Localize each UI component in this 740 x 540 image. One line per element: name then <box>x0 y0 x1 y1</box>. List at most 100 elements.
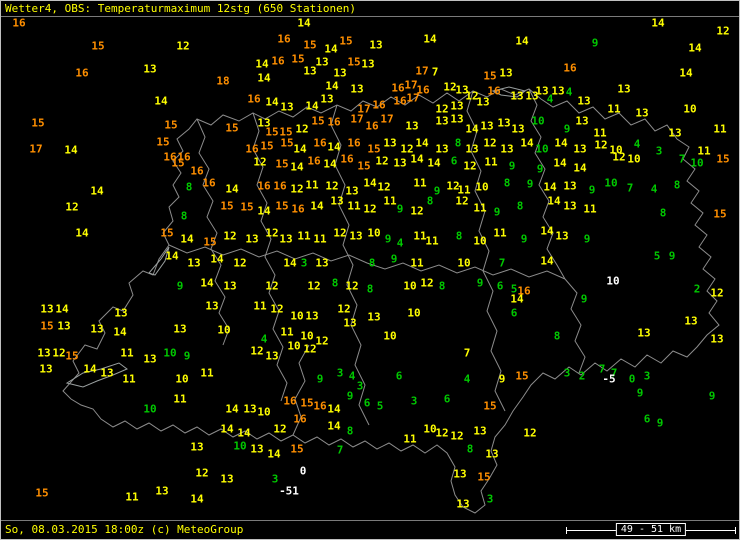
station-temp: 16 <box>75 67 88 80</box>
station-temp: 7 <box>432 66 439 79</box>
station-temp: 11 <box>280 326 293 339</box>
station-temp: 8 <box>439 280 446 293</box>
station-temp: 10 <box>367 227 380 240</box>
station-temp: 12 <box>253 156 266 169</box>
station-temp: 14 <box>55 303 68 316</box>
station-temp: 10 <box>217 324 230 337</box>
station-temp: 4 <box>566 86 573 99</box>
station-temp: 13 <box>635 107 648 120</box>
station-temp: 16 <box>340 153 353 166</box>
station-temp: 12 <box>450 430 463 443</box>
station-temp: 14 <box>267 448 280 461</box>
station-temp: 12 <box>523 427 536 440</box>
station-temp: 10 <box>627 153 640 166</box>
station-temp: 14 <box>225 403 238 416</box>
station-temp: 9 <box>564 123 571 136</box>
station-temp: 13 <box>57 320 70 333</box>
station-temp: 9 <box>499 373 506 386</box>
station-temp: 14 <box>165 250 178 263</box>
station-temp: 13 <box>315 56 328 69</box>
station-temp: 14 <box>265 96 278 109</box>
station-temp: 9 <box>669 250 676 263</box>
station-temp: 13 <box>563 200 576 213</box>
station-temp: 12 <box>290 183 303 196</box>
station-temp: 14 <box>83 363 96 376</box>
station-temp: 15 <box>716 153 729 166</box>
station-temp: 0 <box>300 465 307 478</box>
station-temp: 12 <box>250 345 263 358</box>
station-temp: 3 <box>357 380 364 393</box>
station-temp: 10 <box>403 280 416 293</box>
station-temp: 15 <box>160 227 173 240</box>
station-temp: 13 <box>280 101 293 114</box>
station-temp: 3 <box>272 473 279 486</box>
station-temp: 7 <box>499 257 506 270</box>
station-temp: 9 <box>317 373 324 386</box>
station-temp: 12 <box>333 227 346 240</box>
station-temp: 16 <box>307 155 320 168</box>
station-temp: 14 <box>310 200 323 213</box>
station-temp: 13 <box>250 443 263 456</box>
station-temp: 10 <box>300 330 313 343</box>
station-temp: 14 <box>220 423 233 436</box>
station-temp: 12 <box>270 303 283 316</box>
station-temp: 12 <box>325 180 338 193</box>
station-temp: 10 <box>475 181 488 194</box>
station-temp: 15 <box>303 39 316 52</box>
station-temp: 14 <box>257 205 270 218</box>
station-temp: 13 <box>367 311 380 324</box>
station-temp: 13 <box>173 323 186 336</box>
station-temp: 6 <box>396 370 403 383</box>
station-temp: 14 <box>237 427 250 440</box>
station-temp: 17 <box>380 113 393 126</box>
station-temp: 16 <box>313 137 326 150</box>
station-temp: 4 <box>634 138 641 151</box>
station-temp: 9 <box>657 417 664 430</box>
station-temp: 11 <box>297 230 310 243</box>
station-temp: 15 <box>339 35 352 48</box>
station-temp: 15 <box>357 160 370 173</box>
station-temp: 18 <box>216 75 229 88</box>
station-temp: 8 <box>369 257 376 270</box>
station-temp: 9 <box>177 280 184 293</box>
station-temp: 2 <box>579 370 586 383</box>
station-temp: 14 <box>257 72 270 85</box>
canton-border-5 <box>169 245 565 279</box>
station-temp: 10 <box>407 307 420 320</box>
station-temp: 8 <box>660 207 667 220</box>
station-temp: 12 <box>233 257 246 270</box>
station-temp: 14 <box>325 80 338 93</box>
station-temp: 8 <box>455 137 462 150</box>
station-temp: 13 <box>485 448 498 461</box>
station-temp: 9 <box>527 178 534 191</box>
station-temp: 11 <box>120 347 133 360</box>
station-temp: 4 <box>397 237 404 250</box>
station-temp: 10 <box>257 406 270 419</box>
station-temp: 10 <box>163 347 176 360</box>
station-temp: 13 <box>480 120 493 133</box>
station-temp: 16 <box>293 413 306 426</box>
station-temp: 13 <box>114 307 127 320</box>
station-temp: 13 <box>245 233 258 246</box>
station-temp: 16 <box>273 180 286 193</box>
station-temp: 14 <box>64 144 77 157</box>
station-temp: 14 <box>210 253 223 266</box>
station-temp: 14 <box>520 137 533 150</box>
station-temp: 3 <box>337 367 344 380</box>
station-temp: 13 <box>453 468 466 481</box>
station-temp: 13 <box>369 39 382 52</box>
station-temp: 15 <box>713 208 726 221</box>
station-temp: 16 <box>12 17 25 30</box>
station-temp: 13 <box>456 498 469 511</box>
station-temp: 12 <box>295 123 308 136</box>
station-temp: 7 <box>679 153 686 166</box>
station-temp: 13 <box>435 143 448 156</box>
station-temp: 13 <box>350 83 363 96</box>
app-window: Wetter4, OBS: Temperaturmaximum 12stg (6… <box>0 0 740 540</box>
station-temp: 11 <box>410 257 423 270</box>
station-temp: 13 <box>497 117 510 130</box>
station-temp: 13 <box>243 403 256 416</box>
map-canvas: 1614141215121615141513141491416131814161… <box>1 17 740 522</box>
station-temp: 14 <box>540 225 553 238</box>
station-temp: 6 <box>511 307 518 320</box>
